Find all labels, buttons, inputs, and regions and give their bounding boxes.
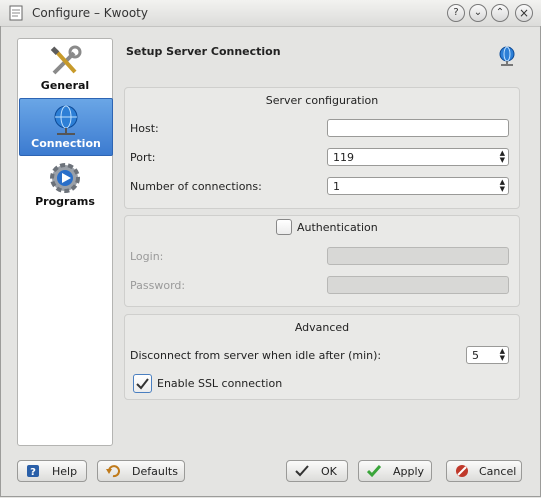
spin-arrows-icon[interactable]: ▲ ▼ bbox=[500, 179, 505, 193]
cancel-icon bbox=[456, 465, 468, 477]
network-globe-icon bbox=[499, 46, 515, 66]
connections-value: 1 bbox=[333, 180, 340, 193]
gear-play-icon bbox=[50, 163, 80, 193]
apply-check-icon bbox=[367, 465, 381, 478]
spin-arrows-icon[interactable]: ▲ ▼ bbox=[500, 150, 505, 164]
close-button[interactable]: × bbox=[515, 4, 533, 22]
login-input[interactable] bbox=[327, 247, 509, 265]
cancel-button-label: Cancel bbox=[479, 465, 517, 478]
group-title: Server configuration bbox=[265, 94, 379, 107]
port-spinbox[interactable]: 119 ▲ ▼ bbox=[327, 148, 509, 166]
password-label: Password: bbox=[130, 279, 186, 292]
window-title: Configure – Kwooty bbox=[32, 6, 148, 20]
authentication-checkbox[interactable] bbox=[276, 219, 292, 235]
page-title: Setup Server Connection bbox=[126, 45, 281, 58]
sidebar-item-connection[interactable]: Connection bbox=[19, 98, 113, 156]
maximize-button[interactable]: ⌃ bbox=[491, 4, 509, 22]
help-button-label: Help bbox=[52, 465, 78, 478]
tools-icon bbox=[50, 45, 82, 75]
defaults-button-label: Defaults bbox=[132, 465, 178, 478]
sidebar-item-label: General bbox=[40, 79, 90, 92]
host-input[interactable] bbox=[327, 119, 509, 137]
disconnect-label: Disconnect from server when idle after (… bbox=[130, 349, 382, 362]
ok-button[interactable]: OK bbox=[286, 460, 348, 482]
disconnect-value: 5 bbox=[472, 349, 479, 362]
sidebar: General Connection Programs bbox=[17, 38, 113, 446]
disconnect-spinbox[interactable]: 5 ▲ ▼ bbox=[466, 346, 509, 364]
apply-button[interactable]: Apply bbox=[358, 460, 432, 482]
port-label: Port: bbox=[130, 151, 156, 164]
cancel-button[interactable]: Cancel bbox=[446, 460, 522, 482]
host-label: Host: bbox=[130, 122, 159, 135]
sidebar-item-label: Connection bbox=[31, 137, 101, 150]
sidebar-item-label: Programs bbox=[35, 195, 95, 208]
apply-button-label: Apply bbox=[393, 465, 425, 478]
svg-text:?: ? bbox=[30, 467, 36, 478]
port-value: 119 bbox=[333, 151, 354, 164]
sidebar-item-general[interactable]: General bbox=[19, 41, 111, 97]
connections-label: Number of connections: bbox=[130, 180, 262, 193]
sidebar-item-programs[interactable]: Programs bbox=[19, 157, 111, 213]
help-icon: ? bbox=[27, 465, 39, 478]
check-icon bbox=[295, 465, 309, 477]
connections-spinbox[interactable]: 1 ▲ ▼ bbox=[327, 177, 509, 195]
undo-icon bbox=[106, 465, 120, 478]
help-title-button[interactable]: ? bbox=[447, 4, 465, 22]
ssl-checkbox[interactable] bbox=[133, 374, 152, 393]
check-icon bbox=[136, 378, 149, 390]
ssl-label: Enable SSL connection bbox=[157, 377, 283, 390]
minimize-button[interactable]: ⌄ bbox=[469, 4, 487, 22]
password-input[interactable] bbox=[327, 276, 509, 294]
authentication-title: Authentication bbox=[297, 221, 378, 234]
title-bar[interactable]: Configure – Kwooty ? ⌄ ⌃ × bbox=[0, 0, 541, 27]
spin-arrows-icon[interactable]: ▲ ▼ bbox=[500, 348, 505, 362]
network-globe-icon bbox=[54, 105, 78, 135]
group-title: Advanced bbox=[294, 321, 350, 334]
app-icon bbox=[9, 5, 23, 21]
defaults-button[interactable]: Defaults bbox=[97, 460, 185, 482]
login-label: Login: bbox=[130, 250, 164, 263]
ok-button-label: OK bbox=[321, 465, 337, 478]
help-button[interactable]: ? Help bbox=[17, 460, 87, 482]
